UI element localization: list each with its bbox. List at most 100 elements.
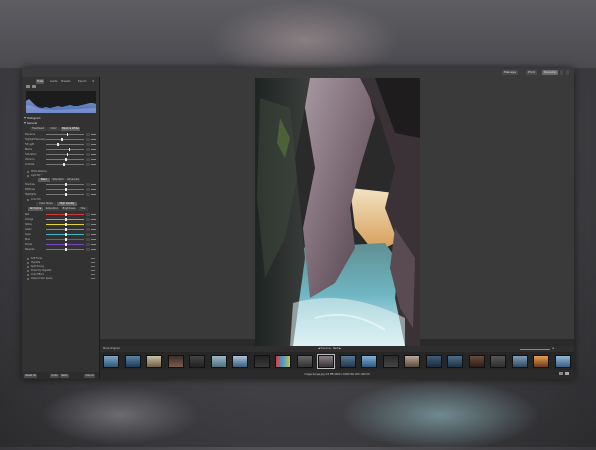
slider-value-field[interactable]: [86, 148, 90, 151]
module-checkbox[interactable]: [27, 174, 29, 177]
tab-all-colors[interactable]: All Colors: [28, 207, 43, 211]
effect-module[interactable]: Soft Focus: [25, 257, 97, 260]
slider-knob[interactable]: [65, 223, 67, 226]
treatment-bw[interactable]: Black & White: [61, 127, 80, 131]
tab-develop[interactable]: Develop: [542, 70, 559, 75]
slider-knob[interactable]: [66, 133, 69, 136]
slider-knob[interactable]: [57, 143, 59, 146]
effect-module[interactable]: Vignette: [25, 261, 97, 264]
slider-track[interactable]: [46, 164, 84, 165]
slider-knob[interactable]: [65, 183, 67, 186]
filmstrip-thumbnail[interactable]: [490, 354, 506, 368]
slider-menu-icon[interactable]: [91, 143, 96, 147]
reset-all-button[interactable]: Reset All: [24, 373, 38, 378]
module-menu-icon[interactable]: [91, 277, 95, 280]
slider-value-field[interactable]: [86, 163, 90, 166]
slider-menu-icon[interactable]: [91, 188, 96, 192]
filmstrip-thumbnail[interactable]: [533, 354, 549, 368]
zoom-in-icon[interactable]: ⊕: [552, 347, 554, 350]
slider-knob[interactable]: [65, 158, 67, 161]
filmstrip-thumbnail[interactable]: [554, 354, 571, 368]
crop-tool-icon[interactable]: [26, 85, 30, 88]
filmstrip-thumbnail[interactable]: [447, 354, 463, 368]
module-checkbox[interactable]: [27, 261, 29, 264]
filmstrip-thumbnail[interactable]: [124, 354, 141, 368]
filmstrip-thumbnail[interactable]: [339, 354, 356, 368]
slider-value-field[interactable]: [86, 223, 90, 226]
slider-value-field[interactable]: [86, 243, 90, 246]
tab-hue[interactable]: Hue: [78, 207, 88, 211]
tab-brightness[interactable]: Brightness: [61, 207, 77, 211]
slider-value-field[interactable]: [86, 188, 90, 191]
filmstrip-thumbnail[interactable]: [167, 354, 184, 368]
filmstrip-thumbnail[interactable]: [253, 354, 270, 368]
slider-value-field[interactable]: [86, 213, 90, 216]
module-checkbox[interactable]: [27, 277, 29, 280]
redo-button[interactable]: Redo: [60, 373, 70, 378]
undo-button[interactable]: Undo: [50, 373, 60, 378]
filmstrip-thumbnail[interactable]: [210, 354, 227, 368]
slider-knob[interactable]: [65, 238, 67, 241]
slider-knob[interactable]: [65, 248, 67, 251]
module-checkbox[interactable]: [27, 265, 29, 268]
slider-knob[interactable]: [65, 233, 67, 236]
module-checkbox[interactable]: [27, 170, 29, 173]
slider-value-field[interactable]: [86, 158, 90, 161]
filmstrip-thumbnail[interactable]: [296, 354, 313, 368]
slider-menu-icon[interactable]: [91, 238, 96, 242]
effect-module[interactable]: Color Effect: [25, 273, 97, 276]
slider-menu-icon[interactable]: [91, 218, 96, 222]
module-checkbox[interactable]: [27, 273, 29, 276]
light-eq-basic-tab[interactable]: Basic: [38, 178, 50, 182]
filmstrip-thumbnail[interactable]: [232, 354, 248, 368]
fullscreen-icon[interactable]: [566, 70, 569, 75]
tab-tools[interactable]: Tools: [36, 79, 45, 84]
slider-menu-icon[interactable]: [91, 193, 96, 197]
slider-menu-icon[interactable]: [91, 183, 96, 187]
filmstrip-thumbnail[interactable]: [511, 354, 528, 368]
filmstrip-thumbnail[interactable]: [146, 354, 162, 368]
slider-menu-icon[interactable]: [91, 243, 96, 247]
light-eq-standard-tab[interactable]: Standard: [51, 178, 65, 182]
slider-value-field[interactable]: [86, 228, 90, 231]
slider-knob[interactable]: [65, 243, 67, 246]
slider-menu-icon[interactable]: [91, 223, 96, 227]
light-eq-advanced-tab[interactable]: Advanced: [66, 178, 80, 182]
slider-menu-icon[interactable]: [91, 133, 96, 137]
slider-track[interactable]: [46, 139, 84, 140]
histogram-section[interactable]: Histogram: [24, 117, 97, 121]
slider-menu-icon[interactable]: [91, 233, 96, 237]
camera-tool-icon[interactable]: [32, 85, 36, 88]
slider-menu-icon[interactable]: [91, 228, 96, 232]
tab-export[interactable]: Export: [78, 79, 87, 84]
high-quality-button[interactable]: High Quality: [57, 202, 77, 206]
tab-print[interactable]: Print: [526, 70, 537, 75]
slider-track[interactable]: [46, 144, 84, 145]
slider-value-field[interactable]: [86, 233, 90, 236]
grid-view-icon[interactable]: [560, 70, 563, 75]
slider-value-field[interactable]: [86, 218, 90, 221]
slider-knob[interactable]: [65, 213, 67, 216]
tab-manage[interactable]: Manage: [502, 70, 518, 75]
filmstrip-thumbnail[interactable]: [425, 354, 442, 368]
tab-guide[interactable]: Guide: [50, 79, 58, 84]
slider-value-field[interactable]: [86, 193, 90, 196]
zoom-slider[interactable]: [520, 348, 550, 350]
slider-knob[interactable]: [68, 148, 71, 151]
light-eq-module[interactable]: Light EQ™: [25, 174, 97, 177]
slider-knob[interactable]: [66, 153, 69, 156]
filmstrip-thumbnail[interactable]: [382, 354, 399, 368]
slider-knob[interactable]: [65, 228, 67, 231]
slider-menu-icon[interactable]: [91, 138, 96, 142]
filmstrip-thumbnail[interactable]: [404, 354, 420, 368]
slider-value-field[interactable]: [86, 133, 90, 136]
slider-value-field[interactable]: [86, 183, 90, 186]
treatment-color[interactable]: Color: [47, 127, 60, 131]
slider-knob[interactable]: [65, 188, 67, 191]
filmstrip-thumbnail[interactable]: [275, 354, 291, 368]
filmstrip-thumbnail[interactable]: [103, 354, 119, 368]
slider-track[interactable]: [46, 154, 84, 155]
slider-menu-icon[interactable]: [91, 153, 96, 157]
filmstrip-thumbnail[interactable]: [189, 354, 205, 368]
tab-presets[interactable]: Presets: [61, 79, 70, 84]
